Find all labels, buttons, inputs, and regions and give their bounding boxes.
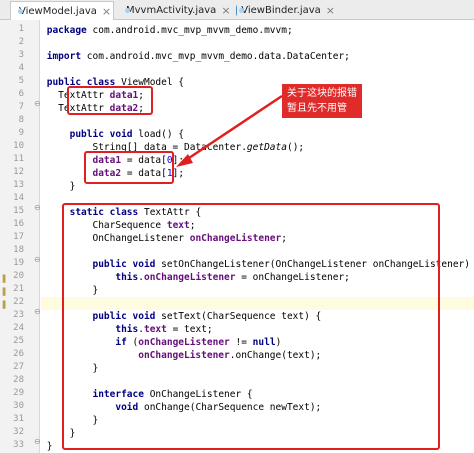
annotation-arrow-icon bbox=[176, 94, 283, 167]
